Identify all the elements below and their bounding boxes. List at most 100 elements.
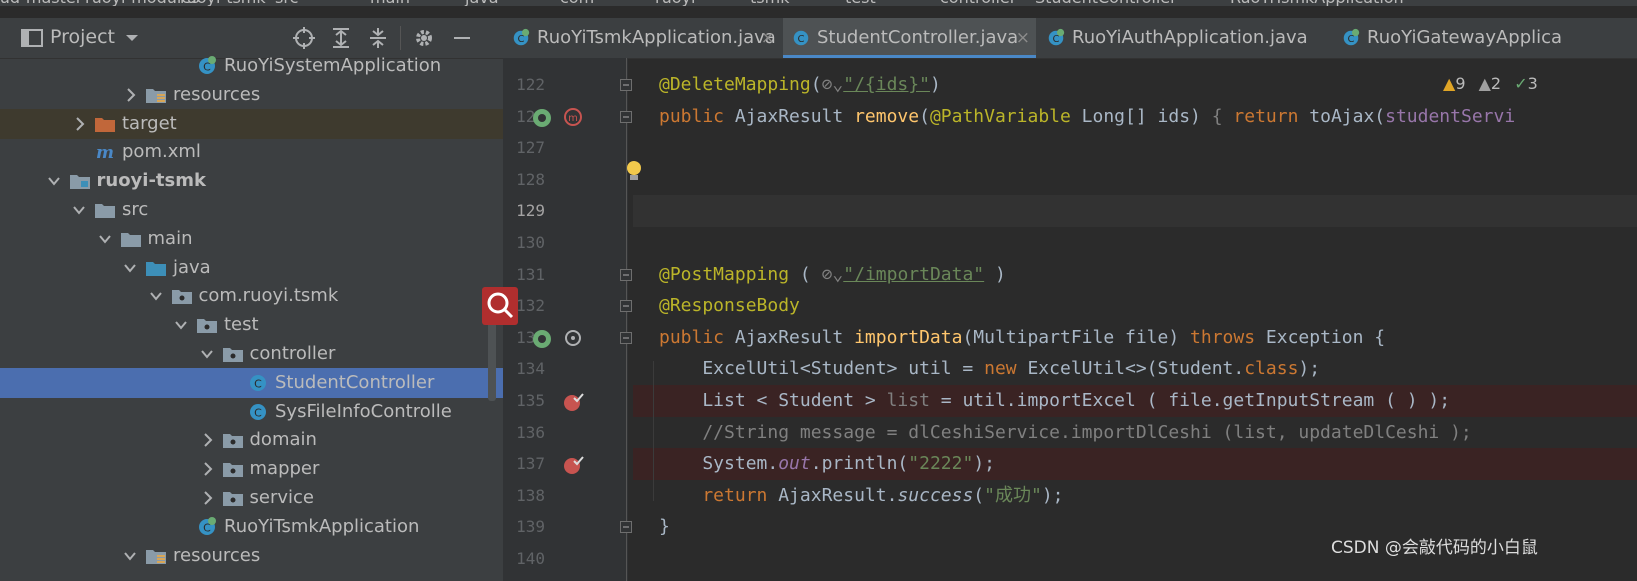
line-number[interactable]: 134 — [503, 359, 545, 378]
code-line[interactable]: @PostMapping ( ⊘⌄"/importData" ) — [633, 259, 1637, 291]
chevron-down-icon[interactable] — [174, 310, 188, 340]
collapse-all-icon[interactable] — [364, 24, 392, 52]
line-number[interactable]: 139 — [503, 517, 545, 536]
search-overlay-button[interactable] — [482, 287, 518, 325]
tree-item[interactable]: m pom.xml — [0, 137, 503, 167]
editor-tab[interactable]: C RuoYiAuthApplication.java — [1038, 18, 1331, 58]
fold-icon[interactable] — [620, 521, 632, 534]
code-line[interactable]: ExcelUtil<Student> util = new ExcelUtil<… — [633, 353, 1637, 385]
code-area[interactable]: @DeleteMapping(⊘⌄"/{ids}") public AjaxRes… — [633, 58, 1637, 581]
fold-icon[interactable] — [620, 79, 632, 91]
run-config-select[interactable]: RuoYiTsmkApplication — [1230, 0, 1404, 6]
chevron-down-icon[interactable] — [98, 224, 112, 254]
code-line[interactable]: public AjaxResult importData(MultipartFi… — [633, 322, 1637, 354]
hide-panel-icon[interactable] — [448, 24, 476, 52]
code-line[interactable] — [633, 132, 1637, 164]
breadcrumb-item[interactable]: main — [370, 0, 410, 6]
tree-item[interactable]: C SysFileInfoControlle — [0, 397, 503, 427]
run-icon[interactable] — [531, 107, 553, 129]
gear-icon[interactable] — [410, 24, 438, 52]
fold-icon[interactable] — [620, 268, 632, 281]
locate-icon[interactable] — [290, 24, 318, 52]
editor-tab[interactable]: C RuoYiTsmkApplication.java × — [503, 18, 781, 58]
line-number[interactable]: 140 — [503, 549, 545, 568]
code-line[interactable]: List < Student > list = util.importExcel… — [633, 385, 1637, 417]
breadcrumb-item[interactable]: test — [845, 0, 876, 6]
code-line[interactable]: System.out.println("2222"); — [633, 448, 1637, 481]
editor-tab[interactable]: C StudentController.java × — [783, 18, 1036, 58]
fold-icon[interactable] — [620, 331, 632, 344]
tree-item[interactable]: controller — [0, 339, 503, 369]
mapping-icon[interactable]: m — [562, 106, 584, 128]
code-line[interactable] — [633, 164, 1637, 196]
endpoint-icon[interactable] — [562, 327, 584, 349]
breakpoint-icon[interactable] — [562, 391, 584, 413]
breadcrumb-item[interactable]: src — [275, 0, 298, 6]
tree-item[interactable]: resources — [0, 541, 503, 571]
tree-item[interactable]: main — [0, 224, 503, 254]
code-token: @ResponseBody — [659, 295, 800, 317]
breadcrumb-item[interactable]: controller — [940, 0, 1016, 6]
line-number[interactable]: 137 — [503, 454, 545, 473]
tree-item[interactable]: java — [0, 253, 503, 283]
fold-icon[interactable] — [620, 300, 632, 313]
line-number[interactable]: 136 — [503, 423, 545, 442]
breadcrumb-item[interactable]: ruoyi — [655, 0, 695, 6]
tree-item[interactable]: src — [0, 195, 503, 225]
chevron-down-icon[interactable] — [47, 166, 61, 196]
tree-item[interactable]: C RuoYiTsmkApplication — [0, 512, 503, 542]
tree-item[interactable]: test — [0, 310, 503, 340]
expand-all-icon[interactable] — [327, 24, 355, 52]
line-number[interactable]: 138 — [503, 486, 545, 505]
chevron-right-icon[interactable] — [200, 483, 214, 513]
chevron-down-icon[interactable] — [72, 195, 86, 225]
tree-item[interactable]: mapper — [0, 454, 503, 484]
code-line[interactable] — [633, 195, 1637, 228]
breadcrumb-item[interactable]: oud-master — [0, 0, 82, 6]
breadcrumb-item[interactable]: ruoyi-tsmk — [180, 0, 266, 6]
intention-bulb-icon[interactable] — [623, 158, 645, 184]
chevron-right-icon[interactable] — [200, 425, 214, 455]
chevron-down-icon[interactable] — [118, 24, 146, 52]
code-line[interactable]: @ResponseBody — [633, 290, 1637, 322]
chevron-right-icon[interactable] — [123, 80, 137, 110]
breadcrumb-item[interactable]: java — [465, 0, 499, 6]
chevron-down-icon[interactable] — [123, 253, 137, 283]
code-token: list — [886, 390, 930, 411]
breadcrumb-item[interactable]: StudentController — [1035, 0, 1177, 6]
breakpoint-icon[interactable] — [562, 454, 584, 476]
project-panel-title[interactable]: Project — [50, 26, 115, 48]
chevron-right-icon[interactable] — [200, 454, 214, 484]
line-number[interactable]: 128 — [503, 170, 545, 189]
line-number[interactable]: 131 — [503, 265, 545, 284]
code-line[interactable]: //String message = dlCeshiService.import… — [633, 417, 1637, 449]
code-line[interactable]: public AjaxResult remove(@PathVariable L… — [633, 101, 1637, 133]
inspection-widget[interactable]: ▲9 ▲2 ✓3 — [1443, 74, 1538, 93]
tree-item[interactable]: C RuoYiSystemApplication — [0, 51, 503, 81]
chevron-right-icon[interactable] — [72, 109, 86, 139]
close-icon[interactable]: × — [1016, 18, 1030, 58]
line-number[interactable]: 129 — [503, 201, 545, 220]
line-number[interactable]: 127 — [503, 138, 545, 157]
tree-item[interactable]: domain — [0, 425, 503, 455]
tree-item[interactable]: service — [0, 483, 503, 513]
tree-item[interactable]: target — [0, 108, 503, 139]
chevron-down-icon[interactable] — [123, 541, 137, 571]
tree-item[interactable]: com.ruoyi.tsmk — [0, 281, 503, 311]
run-icon[interactable] — [531, 328, 553, 350]
breadcrumb-item[interactable]: com — [560, 0, 594, 6]
line-number[interactable]: 122 — [503, 75, 545, 94]
chevron-down-icon[interactable] — [149, 281, 163, 311]
editor-tab[interactable]: C RuoYiGatewayApplica — [1333, 18, 1637, 58]
tree-item[interactable]: ruoyi-tsmk — [0, 166, 503, 196]
fold-icon[interactable] — [620, 110, 632, 123]
close-icon[interactable]: × — [761, 18, 775, 58]
line-number[interactable]: 130 — [503, 233, 545, 252]
code-line[interactable]: return AjaxResult.success("成功"); — [633, 480, 1637, 512]
line-number[interactable]: 135 — [503, 391, 545, 410]
chevron-down-icon[interactable] — [200, 339, 214, 369]
breadcrumb-item[interactable]: tsmk — [750, 0, 789, 6]
tree-item[interactable]: C StudentController — [0, 367, 503, 398]
tree-item[interactable]: resources — [0, 80, 503, 110]
code-line[interactable] — [633, 227, 1637, 259]
